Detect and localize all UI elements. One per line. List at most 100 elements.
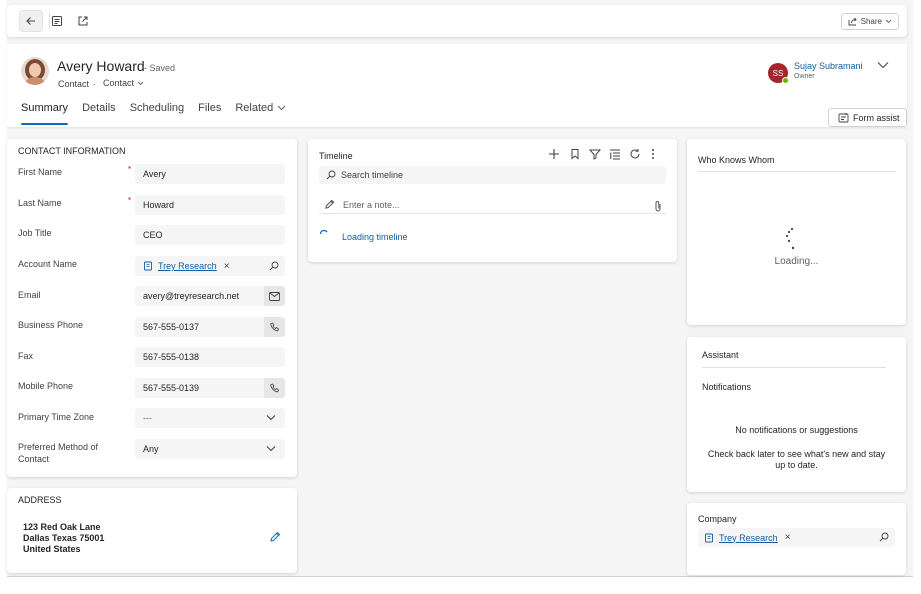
tab-related-label: Related [235, 102, 274, 114]
contact-information-section: CONTACT INFORMATION First Name * Avery L… [7, 139, 297, 477]
form-view-button[interactable] [46, 10, 68, 32]
email-field[interactable]: avery@treyresearch.net [135, 286, 285, 306]
phone-icon [269, 322, 280, 332]
address-block: 123 Red Oak Lane Dallas Texas 75001 Unit… [23, 522, 104, 555]
remove-company-button[interactable]: × [785, 532, 791, 543]
search-icon[interactable] [879, 532, 889, 542]
company-link[interactable]: Trey Research [719, 533, 778, 543]
filter-icon [589, 148, 601, 160]
form-selector[interactable]: Contact [103, 78, 144, 88]
back-button[interactable] [19, 10, 43, 32]
tab-details[interactable]: Details [82, 102, 116, 122]
entity-name: Contact [58, 79, 90, 89]
fax-label: Fax [18, 351, 34, 361]
record-title: Avery Howard [57, 58, 145, 74]
required-indicator: * [128, 165, 132, 174]
job-title-field[interactable]: CEO [135, 225, 285, 245]
send-email-button[interactable] [264, 286, 285, 306]
last-name-value: Howard [143, 200, 175, 210]
tab-details-label: Details [82, 102, 116, 114]
open-new-window-button[interactable] [72, 10, 94, 32]
company-lookup[interactable]: Trey Research × [698, 528, 895, 547]
fax-value: 567-555-0138 [143, 352, 200, 362]
email-label: Email [18, 290, 41, 300]
form-assist-button[interactable]: Form assist [828, 108, 907, 127]
note-placeholder: Enter a note... [343, 199, 400, 210]
more-options-button[interactable] [650, 148, 656, 160]
tab-files[interactable]: Files [198, 102, 221, 122]
contact-avatar [21, 57, 49, 85]
call-mobile-phone-button[interactable] [264, 378, 285, 398]
sort-button[interactable] [609, 148, 621, 160]
preferred-contact-select[interactable]: Any [135, 439, 285, 459]
preferred-contact-value: Any [143, 444, 159, 454]
tab-scheduling-label: Scheduling [129, 102, 185, 114]
notifications-label: Notifications [702, 382, 752, 392]
timeline-section: Timeline Search timeline Enter a note... [308, 139, 677, 262]
timeline-loading-text: Loading timeline [342, 232, 408, 242]
mobile-phone-label: Mobile Phone [18, 381, 74, 391]
plus-icon [548, 148, 560, 160]
who-knows-whom-loading-text: Loading... [774, 256, 819, 267]
time-zone-label: Primary Time Zone [18, 412, 95, 422]
job-title-value: CEO [143, 230, 163, 240]
bookmark-button[interactable] [569, 148, 581, 160]
account-entity-icon [143, 261, 153, 271]
address-section: ADDRESS 123 Red Oak Lane Dallas Texas 75… [7, 488, 297, 573]
share-button[interactable]: Share [840, 13, 899, 30]
add-timeline-item-button[interactable] [548, 148, 560, 160]
edit-address-button[interactable] [269, 531, 281, 543]
account-entity-icon [704, 533, 714, 543]
address-line-2: Dallas Texas 75001 [23, 533, 105, 543]
business-phone-field[interactable]: 567-555-0137 [135, 317, 285, 337]
arrow-left-icon [25, 15, 37, 27]
form-selector-label: Contact [103, 78, 135, 88]
more-vertical-icon [650, 148, 656, 160]
account-name-lookup[interactable]: Trey Research × [135, 256, 285, 276]
share-icon [848, 17, 858, 26]
refresh-icon [629, 148, 641, 160]
timeline-search-placeholder: Search timeline [341, 170, 404, 180]
call-business-phone-button[interactable] [264, 317, 285, 337]
tab-scheduling[interactable]: Scheduling [130, 102, 184, 122]
timeline-search-input[interactable]: Search timeline [319, 166, 666, 184]
mobile-phone-value: 567-555-0139 [143, 383, 200, 393]
owner-role-label: Owner [794, 73, 815, 80]
business-phone-value: 567-555-0137 [143, 322, 200, 332]
address-line-1: 123 Red Oak Lane [23, 522, 101, 532]
list-sort-icon [609, 148, 621, 160]
mobile-phone-field[interactable]: 567-555-0139 [135, 378, 285, 398]
presence-indicator [782, 77, 789, 84]
account-name-link[interactable]: Trey Research [158, 261, 217, 271]
first-name-field[interactable]: Avery [135, 164, 285, 184]
fax-field[interactable]: 567-555-0138 [135, 347, 285, 367]
record-header: Avery Howard - Saved Contact · Contact S… [7, 44, 907, 127]
chevron-down-icon [885, 19, 892, 24]
last-name-label: Last Name [18, 198, 62, 208]
chevron-down-icon [277, 105, 286, 111]
remove-account-button[interactable]: × [224, 261, 230, 272]
command-bar: Share [7, 5, 907, 37]
attach-file-button[interactable] [654, 200, 662, 212]
header-expand-button[interactable] [876, 60, 890, 70]
tab-files-label: Files [198, 102, 222, 114]
search-icon[interactable] [269, 261, 279, 271]
pencil-icon [324, 199, 335, 210]
filter-button[interactable] [589, 148, 601, 160]
tab-related[interactable]: Related [235, 102, 286, 122]
job-title-label: Job Title [18, 228, 52, 238]
timeline-note-input[interactable]: Enter a note... [319, 196, 666, 214]
company-section: Company Trey Research × [687, 503, 906, 575]
tab-summary-label: Summary [21, 102, 69, 114]
tab-summary[interactable]: Summary [21, 102, 69, 125]
who-knows-whom-title: Who Knows Whom [698, 155, 775, 165]
share-label: Share [860, 17, 882, 26]
assistant-section: Assistant Notifications No notifications… [687, 337, 906, 492]
refresh-button[interactable] [629, 148, 641, 160]
time-zone-select[interactable]: --- [135, 408, 285, 428]
empty-notifications-title: No notifications or suggestions [735, 425, 858, 435]
chevron-down-icon [876, 60, 890, 70]
company-label: Company [698, 514, 737, 524]
owner-name-link[interactable]: Sujay Subramani [794, 61, 863, 71]
last-name-field[interactable]: Howard [135, 195, 285, 215]
